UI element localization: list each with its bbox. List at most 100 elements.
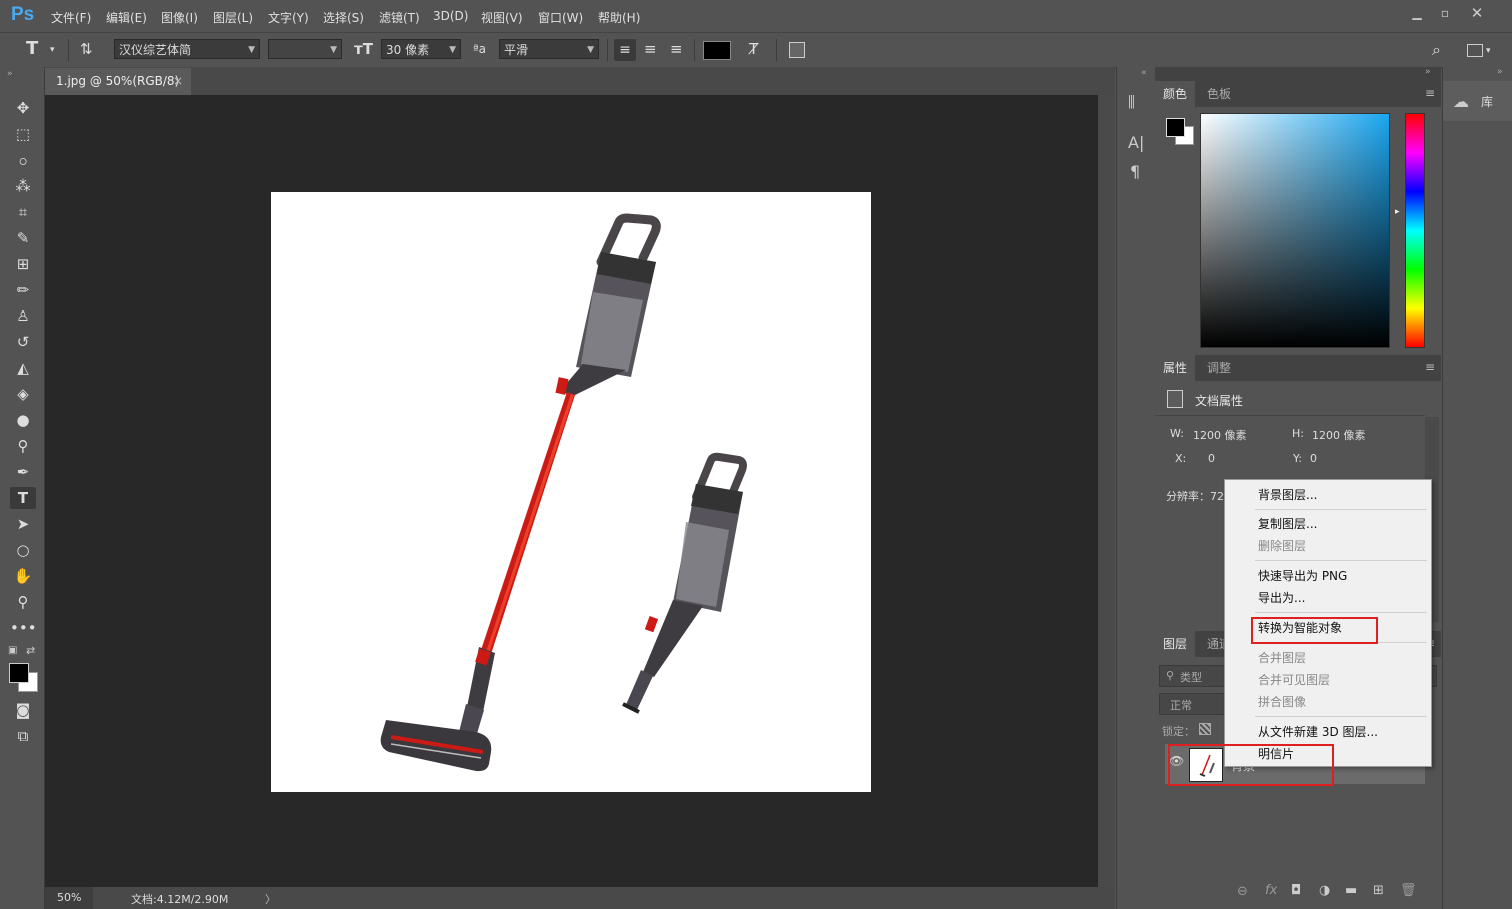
add-mask-icon[interactable]: ◘ bbox=[1291, 883, 1301, 898]
x-value[interactable]: 0 bbox=[1208, 452, 1215, 465]
menu-edit[interactable]: 编辑(E) bbox=[106, 9, 147, 26]
foreground-color-swatch[interactable] bbox=[9, 663, 29, 683]
clone-stamp-tool-icon[interactable]: ♙ bbox=[10, 305, 36, 327]
panel-menu-icon[interactable]: ≡ bbox=[1425, 86, 1435, 100]
collapse-icon[interactable]: » bbox=[1497, 67, 1503, 77]
type-tool-preset-icon[interactable]: T bbox=[26, 38, 38, 59]
height-value[interactable]: 1200 像素 bbox=[1312, 427, 1366, 443]
menu-new-3d-layer-from-file[interactable]: 从文件新建 3D 图层... bbox=[1258, 723, 1378, 740]
align-right-icon[interactable]: ≡ bbox=[670, 40, 683, 58]
lasso-tool-icon[interactable]: ဝ bbox=[10, 149, 36, 171]
maximize-icon[interactable]: ▫ bbox=[1434, 5, 1456, 21]
paragraph-panel-icon[interactable]: ¶ bbox=[1130, 162, 1140, 181]
screen-mode-icon[interactable]: ⧉ bbox=[10, 725, 36, 747]
collapse-icon[interactable]: » bbox=[7, 69, 13, 79]
eyedropper-tool-icon[interactable]: ✎ bbox=[10, 227, 36, 249]
align-left-icon[interactable]: ≡ bbox=[614, 39, 636, 61]
blur-tool-icon[interactable]: ● bbox=[10, 409, 36, 431]
color-field[interactable] bbox=[1200, 113, 1390, 348]
zoom-tool-icon[interactable]: ⚲ bbox=[10, 591, 36, 613]
tab-layers[interactable]: 图层 bbox=[1155, 631, 1196, 657]
menu-duplicate-layer[interactable]: 复制图层... bbox=[1258, 515, 1317, 532]
orientation-toggle-icon[interactable]: ⇅ bbox=[80, 40, 93, 58]
move-tool-icon[interactable]: ✥ bbox=[10, 97, 36, 119]
path-selection-tool-icon[interactable]: ➤ bbox=[10, 513, 36, 535]
menu-background-layer[interactable]: 背景图层... bbox=[1258, 486, 1317, 503]
type-tool-icon[interactable]: T bbox=[10, 487, 36, 509]
document-tab[interactable]: 1.jpg @ 50%(RGB/8) × bbox=[45, 68, 191, 95]
menu-3d[interactable]: 3D(D) bbox=[433, 9, 468, 23]
chevron-down-icon[interactable]: ▾ bbox=[1486, 46, 1491, 56]
minimize-icon[interactable]: ▁ bbox=[1406, 5, 1428, 21]
tab-color[interactable]: 颜色 bbox=[1155, 81, 1196, 107]
text-color-swatch[interactable] bbox=[703, 41, 731, 60]
antialias-select[interactable]: 平滑 ▼ bbox=[499, 39, 599, 59]
healing-brush-tool-icon[interactable]: ⊞ bbox=[10, 253, 36, 275]
menu-help[interactable]: 帮助(H) bbox=[598, 9, 640, 26]
new-layer-icon[interactable]: ⊞ bbox=[1373, 883, 1384, 898]
hue-slider-pointer-icon[interactable]: ▸ bbox=[1395, 207, 1400, 217]
dodge-tool-icon[interactable]: ⚲ bbox=[10, 435, 36, 457]
paint-bucket-tool-icon[interactable]: ◈ bbox=[10, 383, 36, 405]
eraser-tool-icon[interactable]: ◭ bbox=[10, 357, 36, 379]
swap-colors-icon[interactable]: ⇄ bbox=[26, 644, 35, 657]
font-style-select[interactable]: ▼ bbox=[268, 39, 342, 59]
magic-wand-tool-icon[interactable]: ⁂ bbox=[10, 175, 36, 197]
lock-transparency-icon[interactable] bbox=[1199, 723, 1211, 735]
workspace-icon[interactable] bbox=[1467, 44, 1483, 57]
collapse-icon[interactable]: » bbox=[1425, 67, 1431, 77]
warp-text-icon[interactable]: Ⱦ bbox=[749, 40, 758, 58]
pen-tool-icon[interactable]: ✒ bbox=[10, 461, 36, 483]
font-family-select[interactable]: 汉仪综艺体简 ▼ bbox=[114, 39, 260, 59]
close-tab-icon[interactable]: × bbox=[173, 68, 183, 95]
document-canvas[interactable] bbox=[271, 192, 871, 792]
align-center-icon[interactable]: ≡ bbox=[644, 40, 657, 58]
character-panel-icon[interactable] bbox=[789, 42, 805, 58]
ellipse-tool-icon[interactable]: ○ bbox=[10, 539, 36, 561]
menu-export-as[interactable]: 导出为... bbox=[1258, 589, 1305, 606]
menu-type[interactable]: 文字(Y) bbox=[268, 9, 309, 26]
menu-view[interactable]: 视图(V) bbox=[481, 9, 523, 26]
link-layers-icon[interactable]: ⊖ bbox=[1237, 884, 1248, 899]
crop-tool-icon[interactable]: ⌗ bbox=[10, 201, 36, 223]
history-brush-tool-icon[interactable]: ↺ bbox=[10, 331, 36, 353]
more-tools-icon[interactable]: ••• bbox=[10, 617, 37, 639]
width-value[interactable]: 1200 像素 bbox=[1193, 427, 1247, 443]
tab-properties[interactable]: 属性 bbox=[1155, 355, 1196, 381]
close-window-icon[interactable]: ✕ bbox=[1466, 5, 1488, 21]
history-panel-icon[interactable]: ⫼ bbox=[1128, 93, 1135, 111]
y-value[interactable]: 0 bbox=[1310, 452, 1317, 465]
menu-select[interactable]: 选择(S) bbox=[323, 9, 364, 26]
tab-swatches[interactable]: 色板 bbox=[1199, 81, 1239, 107]
new-group-icon[interactable]: ▬ bbox=[1345, 883, 1357, 898]
layer-style-icon[interactable]: fx bbox=[1265, 883, 1277, 898]
default-colors-icon[interactable]: ▣ bbox=[8, 645, 17, 656]
quick-mask-icon[interactable]: ◙ bbox=[10, 699, 36, 721]
menu-file[interactable]: 文件(F) bbox=[51, 9, 91, 26]
menu-image[interactable]: 图像(I) bbox=[161, 9, 198, 26]
marquee-tool-icon[interactable]: ⬚ bbox=[10, 123, 36, 145]
delete-layer-icon[interactable]: 🗑 bbox=[1400, 883, 1417, 898]
panel-foreground-swatch[interactable] bbox=[1166, 118, 1185, 137]
tab-adjustments[interactable]: 调整 bbox=[1199, 355, 1239, 381]
search-icon[interactable]: ⌕ bbox=[1432, 40, 1441, 60]
panel-menu-icon[interactable]: ≡ bbox=[1425, 360, 1435, 374]
menu-quick-export-png[interactable]: 快速导出为 PNG bbox=[1258, 567, 1347, 584]
vertical-scrollbar[interactable] bbox=[1098, 95, 1115, 887]
adjustment-layer-icon[interactable]: ◑ bbox=[1319, 883, 1330, 898]
hue-slider[interactable] bbox=[1405, 113, 1425, 348]
collapse-icon[interactable]: « bbox=[1141, 68, 1147, 78]
menu-filter[interactable]: 滤镜(T) bbox=[379, 9, 420, 26]
chevron-down-icon[interactable]: ▾ bbox=[50, 45, 55, 55]
menu-layer[interactable]: 图层(L) bbox=[213, 9, 253, 26]
font-size-select[interactable]: 30 像素 ▼ bbox=[381, 39, 461, 59]
brush-tool-icon[interactable]: ✏ bbox=[10, 279, 36, 301]
menu-delete-layer: 删除图层 bbox=[1258, 539, 1307, 553]
menu-separator bbox=[1255, 716, 1427, 717]
library-button[interactable]: ☁ 库 bbox=[1443, 81, 1512, 121]
zoom-level[interactable]: 50% bbox=[57, 891, 81, 904]
hand-tool-icon[interactable]: ✋ bbox=[10, 565, 36, 587]
character-panel-icon[interactable]: A| bbox=[1128, 133, 1144, 152]
status-menu-arrow[interactable]: 〉 bbox=[265, 891, 276, 907]
menu-window[interactable]: 窗口(W) bbox=[538, 9, 583, 26]
